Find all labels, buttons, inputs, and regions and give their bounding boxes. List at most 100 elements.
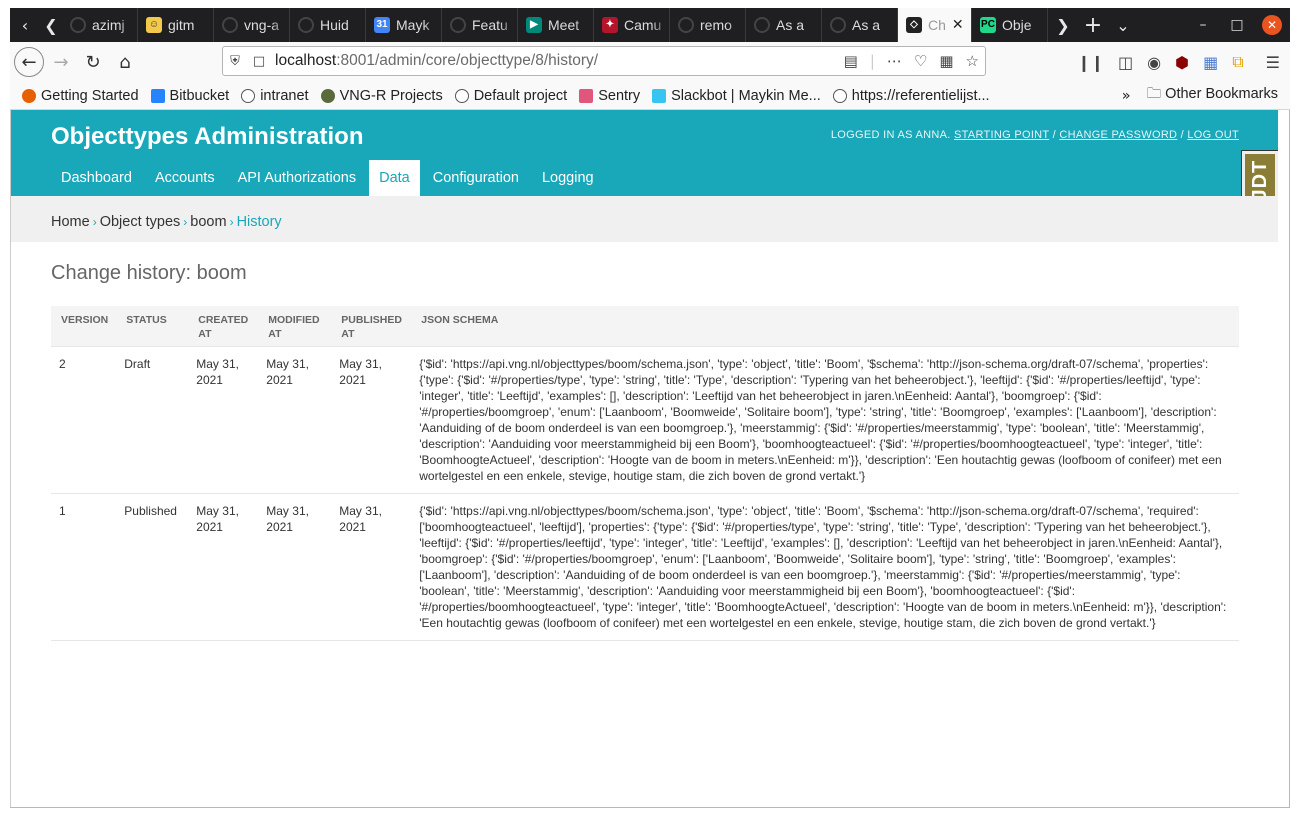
nav-data[interactable]: Data — [369, 160, 420, 196]
forward-icon[interactable]: → — [46, 47, 76, 77]
browser-tab[interactable]: ✦ Camu — [594, 8, 670, 42]
breadcrumb-home[interactable]: Home — [51, 214, 90, 230]
site-title[interactable]: Objecttypes Administration — [51, 123, 364, 151]
tab-title: Obje — [1002, 17, 1032, 33]
breadcrumb-object-types[interactable]: Object types — [100, 214, 181, 230]
calendar-icon: 31 — [374, 17, 390, 33]
bookmark-vng-r-projects[interactable]: VNG-R Projects — [320, 88, 443, 104]
nav-dashboard[interactable]: Dashboard — [51, 160, 142, 196]
bookmark-bitbucket[interactable]: Bitbucket — [150, 88, 229, 104]
globe-icon — [241, 88, 256, 103]
tab-scroll-left-icon[interactable]: ‹ — [10, 8, 40, 42]
chevron-right-icon[interactable]: ❯ — [1048, 8, 1078, 42]
tab-title: gitm — [168, 17, 195, 33]
bookmark-sentry[interactable]: Sentry — [579, 88, 640, 104]
other-bookmarks[interactable]: 🗀 Other Bookmarks — [1147, 83, 1278, 108]
window-close-icon[interactable]: ✕ — [1262, 15, 1282, 35]
bookmark-label: Slackbot | Maykin Me... — [671, 87, 821, 104]
table-row: 1 Published May 31, 2021 May 31, 2021 Ma… — [51, 493, 1239, 641]
cell-created: May 31, 2021 — [188, 346, 259, 494]
pocket-icon[interactable]: ♡ — [914, 52, 927, 70]
bookmark-label: Sentry — [598, 87, 641, 104]
bookmark-referentielijsten[interactable]: https://referentielijst... — [832, 87, 990, 104]
account-icon[interactable]: ◉ — [1147, 53, 1161, 72]
starting-point-link[interactable]: STARTING POINT — [954, 129, 1049, 141]
url-text[interactable]: localhost:8001/admin/core/objecttype/8/h… — [275, 52, 598, 70]
browser-tab[interactable]: azimj — [62, 8, 138, 42]
nav-api-authorizations[interactable]: API Authorizations — [228, 160, 367, 196]
browser-tab[interactable]: Featu — [442, 8, 518, 42]
bookmark-label: intranet — [260, 87, 309, 104]
browser-tab[interactable]: As a — [822, 8, 898, 42]
library-icon[interactable]: ❙❙ — [1077, 53, 1104, 72]
page-icon[interactable]: □ — [247, 54, 271, 69]
url-separator: | — [869, 52, 875, 70]
translate-extension-icon[interactable]: ▦ — [1203, 53, 1218, 72]
pycharm-icon: PC — [980, 17, 996, 33]
change-password-link[interactable]: CHANGE PASSWORD — [1059, 129, 1177, 141]
column-header-created-at: CREATED AT — [188, 306, 259, 347]
reload-icon[interactable]: ↻ — [78, 47, 108, 77]
hamburger-menu-icon[interactable]: ☰ — [1266, 53, 1280, 72]
browser-tab[interactable]: ☺ gitm — [138, 8, 214, 42]
nav-configuration[interactable]: Configuration — [423, 160, 529, 196]
bookmark-label: https://referentielijst... — [851, 87, 990, 104]
maximize-icon[interactable]: □ — [1220, 17, 1254, 33]
ublock-icon[interactable]: ⬢ — [1175, 53, 1189, 72]
tab-title: As a — [776, 17, 805, 33]
log-out-link[interactable]: LOG OUT — [1187, 129, 1239, 141]
cell-version: 1 — [51, 493, 117, 641]
shield-icon[interactable]: ⛨ — [223, 54, 247, 69]
browser-tab[interactable]: 31 Mayk — [366, 8, 442, 42]
camunda-icon: ✦ — [602, 17, 618, 33]
folder-icon: 🗀 — [1146, 86, 1162, 102]
back-icon[interactable]: ← — [14, 47, 44, 77]
multi-container-icon[interactable]: ⧉ — [1232, 52, 1243, 72]
bookmark-intranet[interactable]: intranet — [241, 87, 309, 104]
sidebar-icon[interactable]: ◫ — [1118, 53, 1133, 72]
bookmark-default-project[interactable]: Default project — [454, 88, 567, 104]
globe-icon — [832, 88, 847, 103]
firefox-icon — [22, 88, 36, 103]
url-bar[interactable]: ⛨ □ localhost:8001/admin/core/objecttype… — [222, 46, 986, 76]
close-icon[interactable]: ✕ — [952, 17, 964, 33]
github-icon — [222, 17, 238, 33]
tab-title: Huid — [320, 17, 349, 33]
cell-created: May 31, 2021 — [188, 493, 259, 641]
minimize-icon[interactable]: – — [1186, 17, 1220, 33]
browser-tab[interactable]: vng-a — [214, 8, 290, 42]
github-icon — [678, 17, 694, 33]
tab-list-chevron-down-icon[interactable]: ⌄ — [1108, 8, 1138, 42]
browser-tab[interactable]: Huid — [290, 8, 366, 42]
bookmarks-overflow-icon[interactable]: » — [1122, 88, 1131, 104]
nav-accounts[interactable]: Accounts — [145, 160, 225, 196]
bookmark-slackbot[interactable]: Slackbot | Maykin Me... — [652, 88, 821, 104]
browser-tab-bar: ‹ ❮ azimj ☺ gitm vng-a Huid 31 Mayk Featu … — [10, 8, 1290, 42]
browser-tab[interactable]: remo — [670, 8, 746, 42]
new-tab-icon[interactable]: + — [1078, 8, 1108, 42]
translate-icon[interactable]: ▦ — [939, 52, 953, 70]
cell-json-schema: {'$id': 'https://api.vng.nl/objecttypes/… — [411, 493, 1239, 641]
admin-header: Objecttypes Administration LOGGED IN AS … — [11, 110, 1278, 196]
more-actions-icon[interactable]: ⋯ — [887, 52, 902, 70]
breadcrumb-boom[interactable]: boom — [190, 214, 226, 230]
chevron-left-icon[interactable]: ❮ — [40, 8, 62, 42]
browser-tab[interactable]: ▶ Meet — [518, 8, 594, 42]
tab-title: vng-a — [244, 17, 280, 33]
bookmark-getting-started[interactable]: Getting Started — [22, 88, 139, 104]
browser-tab[interactable]: PC Obje — [972, 8, 1048, 42]
bookmark-star-icon[interactable]: ☆ — [966, 52, 979, 70]
browser-tab-active[interactable]: ◇ Ch ✕ — [898, 8, 972, 42]
reader-view-icon[interactable]: ▤ — [844, 52, 858, 70]
breadcrumb: Home › Object types › boom › History — [11, 196, 1278, 242]
bookmark-label: Getting Started — [41, 87, 139, 104]
github-icon — [830, 17, 846, 33]
gitmoji-icon: ☺ — [146, 17, 162, 33]
home-icon[interactable]: ⌂ — [110, 47, 140, 77]
browser-navbar: ← → ↻ ⌂ ⛨ □ localhost:8001/admin/core/ob… — [10, 42, 1290, 82]
logged-in-label: LOGGED IN AS — [830, 129, 913, 141]
cell-json-schema: {'$id': 'https://api.vng.nl/objecttypes/… — [411, 346, 1239, 494]
window-border — [10, 807, 1290, 808]
browser-tab[interactable]: As a — [746, 8, 822, 42]
nav-logging[interactable]: Logging — [532, 160, 604, 196]
